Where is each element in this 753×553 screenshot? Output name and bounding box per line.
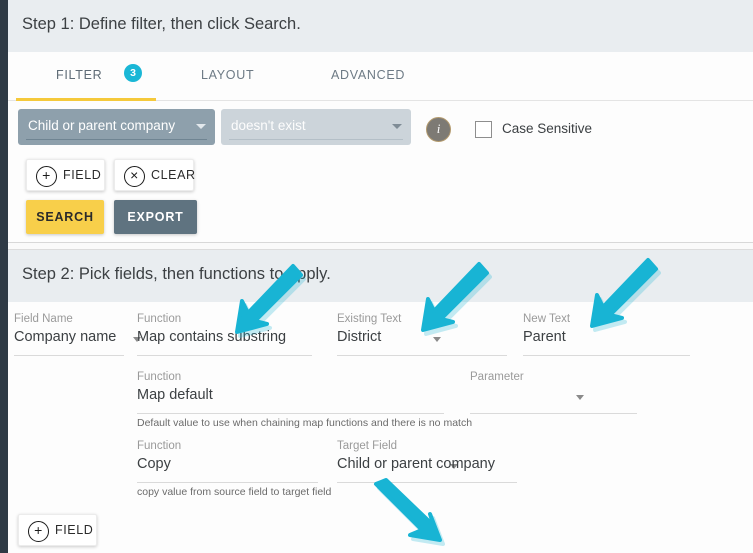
chevron-down-icon [196,124,206,129]
add-field-label: FIELD [63,168,101,182]
case-sensitive-checkbox[interactable] [475,121,492,138]
existing-text-label: Existing Text [337,313,401,325]
plus-circle-icon: + [36,166,57,187]
filter-operator-select[interactable]: doesn't exist [221,109,411,145]
underline [137,355,312,356]
chevron-down-icon[interactable] [433,337,441,342]
function-3-help-text: copy value from source field to target f… [137,486,331,498]
underline [337,355,507,356]
info-icon[interactable]: i [426,117,451,142]
filter-field-select[interactable]: Child or parent company [18,109,215,145]
function-3-value[interactable]: Copy [137,456,171,472]
chevron-down-icon [392,124,402,129]
function-2-help-text: Default value to use when chaining map f… [137,417,472,429]
function-2-label: Function [137,371,181,383]
underline [523,355,690,356]
parameter-label: Parameter [470,371,524,383]
clear-label: CLEAR [151,168,196,182]
tab-bar: FILTER 3 LAYOUT ADVANCED [8,52,753,101]
function-1-value[interactable]: Map contains substring [137,329,286,345]
operator-select-underline [229,139,403,140]
step-2-header: Step 2: Pick fields, then functions to a… [8,250,753,302]
step-1-header: Step 1: Define filter, then click Search… [8,0,753,52]
tab-filter-badge: 3 [124,64,142,82]
add-field-button-step2[interactable]: + FIELD [18,514,97,546]
underline [337,482,517,483]
tab-filter[interactable]: FILTER [56,68,102,82]
filter-field-value: Child or parent company [28,118,175,133]
field-name-label: Field Name [14,313,73,325]
existing-text-value[interactable]: District [337,329,381,345]
filter-row: Child or parent company doesn't exist [8,101,753,147]
underline [470,413,637,414]
tab-layout-label: LAYOUT [201,68,254,82]
underline [137,482,318,483]
underline [137,413,444,414]
new-text-label: New Text [523,313,570,325]
new-text-value[interactable]: Parent [523,329,566,345]
target-field-value[interactable]: Child or parent company [337,456,495,472]
field-name-value[interactable]: Company name [14,329,116,345]
left-rail [0,0,8,553]
clear-button[interactable]: × CLEAR [114,159,194,191]
step-1-panel: Step 1: Define filter, then click Search… [8,0,753,243]
step-2-panel: Step 2: Pick fields, then functions to a… [8,249,753,553]
plus-circle-icon: + [28,521,49,542]
search-button[interactable]: SEARCH [26,200,104,234]
filter-operator-value: doesn't exist [231,118,306,133]
tab-advanced-label: ADVANCED [331,68,405,82]
add-field-label: FIELD [55,523,93,537]
underline [14,355,124,356]
tab-filter-label: FILTER [56,68,102,82]
field-select-underline [26,139,207,140]
function-2-value[interactable]: Map default [137,387,213,403]
close-circle-icon: × [124,166,145,187]
chevron-down-icon[interactable] [576,395,584,400]
function-1-label: Function [137,313,181,325]
case-sensitive-label: Case Sensitive [502,121,592,136]
export-button[interactable]: EXPORT [114,200,197,234]
tab-advanced[interactable]: ADVANCED [331,68,405,82]
tab-layout[interactable]: LAYOUT [201,68,254,82]
target-field-label: Target Field [337,440,397,452]
add-field-button-step1[interactable]: + FIELD [26,159,105,191]
function-3-label: Function [137,440,181,452]
